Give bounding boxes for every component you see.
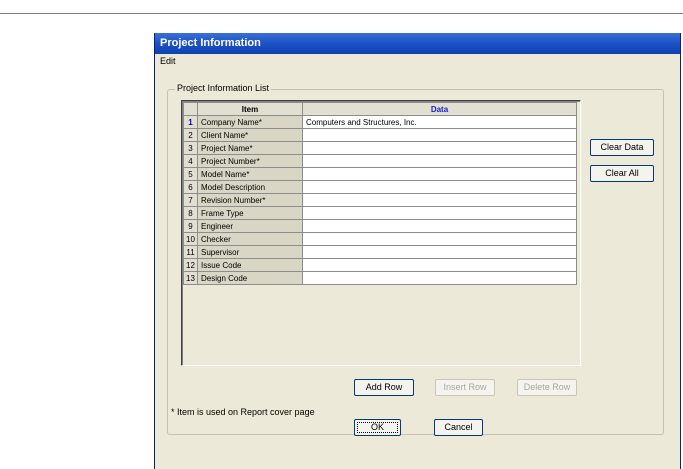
item-cell: Engineer [197,219,303,233]
cancel-button[interactable]: Cancel [434,419,483,436]
project-info-grid[interactable]: Item Data 1 Company Name* Computers and St… [181,100,581,366]
row-number: 13 [183,271,198,285]
item-cell: Checker [197,232,303,246]
row-number: 2 [183,128,198,142]
item-cell: Supervisor [197,245,303,259]
row-number: 6 [183,180,198,194]
data-column-header: Data [302,102,577,116]
add-row-button[interactable]: Add Row [354,379,414,396]
row-number: 1 [183,115,198,129]
data-cell[interactable] [302,245,577,259]
row-number: 10 [183,232,198,246]
row-number: 9 [183,219,198,233]
item-column-header: Item [197,102,303,116]
row-number: 7 [183,193,198,207]
item-cell: Issue Code [197,258,303,272]
menu-edit[interactable]: Edit [160,56,176,66]
table-row[interactable]: 5 Model Name* [183,167,577,181]
item-cell: Project Name* [197,141,303,155]
table-header-row: Item Data [183,102,577,116]
data-cell[interactable] [302,219,577,233]
ok-button[interactable]: OK [354,419,401,436]
table-row[interactable]: 9 Engineer [183,219,577,233]
delete-row-button[interactable]: Delete Row [517,379,577,396]
table-row[interactable]: 10 Checker [183,232,577,246]
item-cell: Model Description [197,180,303,194]
top-divider [0,13,683,14]
title-bar[interactable]: Project Information [155,33,680,54]
item-cell: Frame Type [197,206,303,220]
data-cell[interactable] [302,193,577,207]
project-info-table: Item Data 1 Company Name* Computers and St… [183,102,577,285]
table-row[interactable]: 13 Design Code [183,271,577,285]
data-cell[interactable] [302,180,577,194]
table-row[interactable]: 2 Client Name* [183,128,577,142]
row-number: 8 [183,206,198,220]
groupbox-label: Project Information List [175,83,272,93]
row-number: 3 [183,141,198,155]
clear-data-button[interactable]: Clear Data [590,139,654,156]
clear-all-button[interactable]: Clear All [590,165,654,182]
data-cell[interactable] [302,141,577,155]
table-row[interactable]: 8 Frame Type [183,206,577,220]
table-row[interactable]: 7 Revision Number* [183,193,577,207]
row-number: 11 [183,245,198,259]
item-cell: Project Number* [197,154,303,168]
data-cell[interactable] [302,128,577,142]
item-cell: Design Code [197,271,303,285]
menu-bar: Edit [155,54,680,69]
row-number: 5 [183,167,198,181]
item-cell: Company Name* [197,115,303,129]
data-cell[interactable] [302,167,577,181]
data-cell[interactable] [302,232,577,246]
data-cell[interactable] [302,154,577,168]
table-row[interactable]: 3 Project Name* [183,141,577,155]
window-title: Project Information [160,37,261,49]
item-cell: Model Name* [197,167,303,181]
row-number: 4 [183,154,198,168]
table-row[interactable]: 1 Company Name* Computers and Structures, … [183,115,577,129]
table-row[interactable]: 12 Issue Code [183,258,577,272]
table-row[interactable]: 11 Supervisor [183,245,577,259]
item-cell: Client Name* [197,128,303,142]
data-cell[interactable] [302,258,577,272]
insert-row-button[interactable]: Insert Row [435,379,495,396]
row-number-header [183,102,198,116]
required-item-footnote: * Item is used on Report cover page [171,407,315,417]
row-number: 12 [183,258,198,272]
project-information-dialog: Project Information Edit Project Informa… [154,33,681,469]
table-row[interactable]: 4 Project Number* [183,154,577,168]
table-row[interactable]: 6 Model Description [183,180,577,194]
data-cell[interactable] [302,271,577,285]
item-cell: Revision Number* [197,193,303,207]
data-cell[interactable]: Computers and Structures, Inc. [302,115,577,129]
data-cell[interactable] [302,206,577,220]
